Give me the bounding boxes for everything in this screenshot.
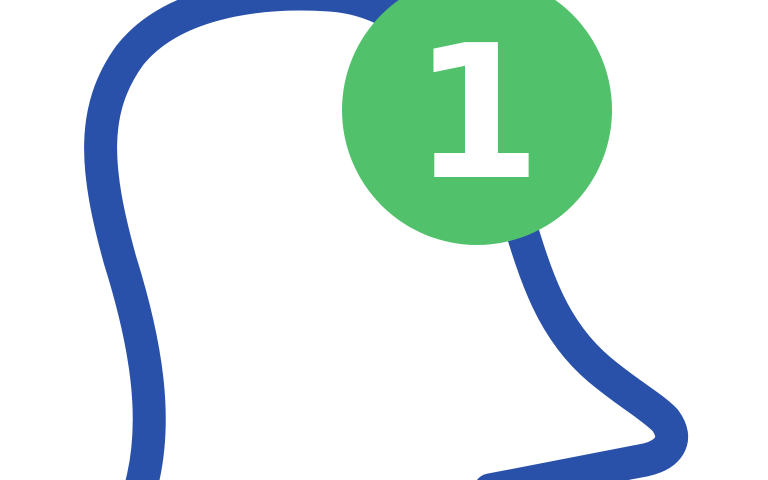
notification-count: 1	[412, 4, 542, 221]
notification-bell[interactable]: 1	[0, 0, 768, 480]
